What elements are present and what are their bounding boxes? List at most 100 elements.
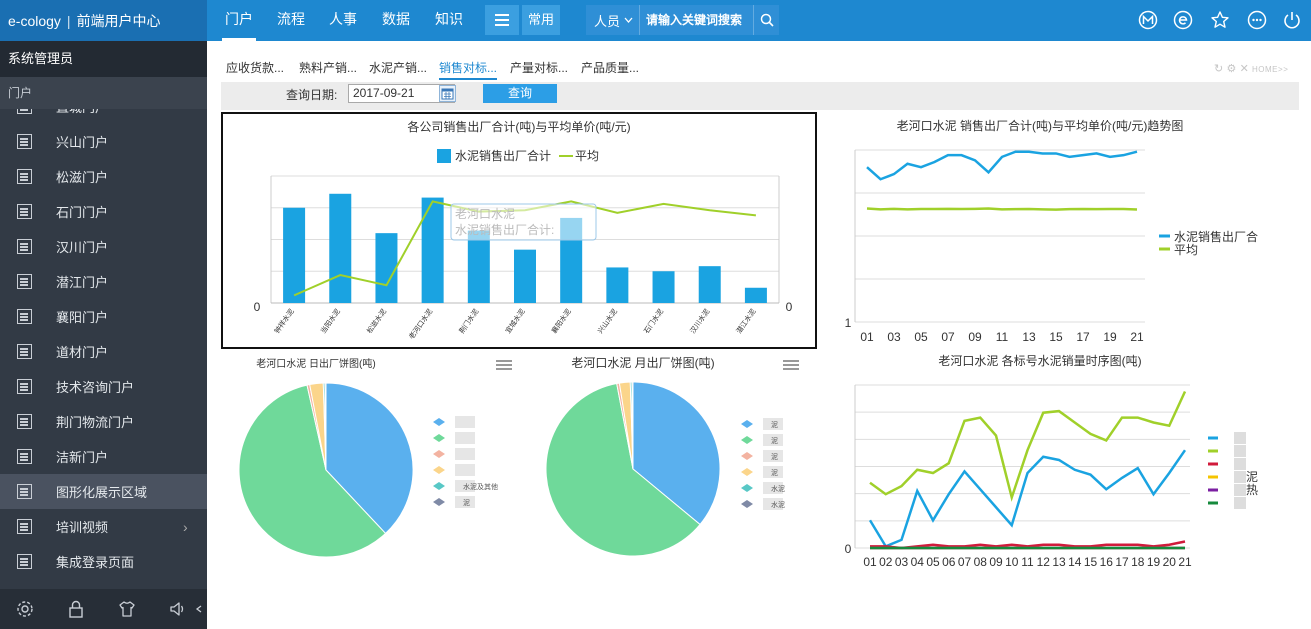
x-tick-label: 钟祥水泥 xyxy=(272,307,295,335)
calendar-icon[interactable] xyxy=(439,85,456,102)
legend-blurred-label xyxy=(455,448,475,460)
daily-pie-chart: 老河口水泥 日出厂饼图(吨) 水泥及其他泥 xyxy=(221,352,521,567)
home-link[interactable]: ↻ ⚙ ✕ HOME>> xyxy=(1214,62,1288,75)
legend-label: 水泥及其他 xyxy=(463,482,498,491)
nav-item-portal[interactable]: 门户 xyxy=(222,0,256,41)
sidebar-item[interactable]: 道材门户 xyxy=(0,334,207,369)
sidebar-item[interactable]: 石门门户 xyxy=(0,194,207,229)
sidebar-item[interactable]: 图形化展示区域 xyxy=(0,474,207,509)
portal-icon xyxy=(17,134,32,149)
x-tick-label: 03 xyxy=(887,330,901,344)
sidebar-item[interactable]: 襄阳门户 xyxy=(0,299,207,334)
sidebar-item-label: 兴山门户 xyxy=(56,135,109,150)
sidebar-item-label: 图形化展示区域 xyxy=(56,485,148,500)
sidebar-item[interactable]: 洁新门户 xyxy=(0,439,207,474)
tab[interactable]: 销售对标... xyxy=(439,59,498,80)
bar xyxy=(698,266,721,303)
portal-icon xyxy=(17,109,32,114)
product-name: 前端用户中心 xyxy=(76,12,161,29)
chart-title: 各公司销售出厂合计(吨)与平均单价(吨/元) xyxy=(407,119,630,134)
legend-label: 水泥销售出厂合计 xyxy=(455,148,551,163)
tab[interactable]: 熟料产销... xyxy=(299,59,357,76)
chart-svg: 老河口水泥 月出厂饼图(吨)泥泥泥泥水泥水泥 xyxy=(545,356,799,557)
sidebar-item-label: 潜江门户 xyxy=(56,275,109,290)
shirt-icon[interactable] xyxy=(118,600,136,618)
x-tick-label: 11 xyxy=(996,330,1009,344)
bar xyxy=(652,271,675,303)
legend-label: 平均 xyxy=(1174,243,1198,257)
collapse-arrow-icon[interactable] xyxy=(195,600,203,618)
legend-swatch-bar xyxy=(437,149,451,163)
nav-item-data[interactable]: 数据 xyxy=(379,0,413,41)
nav-item-hr[interactable]: 人事 xyxy=(326,0,360,41)
e-icon[interactable] xyxy=(1173,10,1193,30)
menu-icon[interactable] xyxy=(783,360,799,370)
y-tick-label: 1 xyxy=(845,316,852,330)
x-tick-label: 当阳水泥 xyxy=(318,307,341,335)
speaker-icon[interactable] xyxy=(169,600,187,618)
x-tick-label: 老河口水泥 xyxy=(407,307,434,341)
star-icon[interactable] xyxy=(1210,10,1230,30)
menu-button[interactable] xyxy=(485,5,519,35)
legend-swatch xyxy=(741,436,753,444)
sidebar-user-name[interactable]: 系统管理员 xyxy=(0,41,207,77)
more-icon[interactable] xyxy=(1247,10,1267,30)
m-icon[interactable] xyxy=(1138,10,1158,30)
tab[interactable]: 水泥产销... xyxy=(369,59,427,76)
sidebar-item[interactable]: 培训视频 › xyxy=(0,509,207,544)
menu-icon[interactable] xyxy=(496,360,512,370)
sidebar-list: 直城门户兴山门户松滋门户石门门户汉川门户潜江门户襄阳门户道材门户技术咨询门户荆门… xyxy=(0,109,207,589)
legend-label: 水泥 xyxy=(771,500,785,509)
sidebar-item-label: 荆门物流门户 xyxy=(56,415,135,430)
gear-icon[interactable] xyxy=(16,600,34,618)
sidebar-item[interactable]: 技术咨询门户 xyxy=(0,369,207,404)
app-logo[interactable]: e-cology | 前端用户中心 xyxy=(0,0,207,41)
sidebar-item[interactable]: 兴山门户 xyxy=(0,124,207,159)
chart-title: 老河口水泥 各标号水泥销量时序图(吨) xyxy=(938,353,1141,368)
sidebar-item[interactable]: 集成登录页面 xyxy=(0,544,207,579)
portal-icon xyxy=(17,379,32,394)
sidebar-item-label: 洁新门户 xyxy=(56,450,109,465)
portal-icon xyxy=(17,344,32,359)
legend-swatch xyxy=(741,484,753,492)
x-tick-label: 21 xyxy=(1130,330,1144,344)
portal-icon xyxy=(17,554,32,569)
search-scope-dropdown[interactable]: 人员 xyxy=(586,5,641,35)
portal-icon xyxy=(17,414,32,429)
menu-icon-bar xyxy=(783,368,799,370)
nav-item-knowledge[interactable]: 知识 xyxy=(432,0,466,41)
tab[interactable]: 产品质量... xyxy=(581,59,639,76)
sidebar-item[interactable]: 汉川门户 xyxy=(0,229,207,264)
chart-title: 老河口水泥 日出厂饼图(吨) xyxy=(256,357,375,370)
gear-icon[interactable]: ⚙ xyxy=(1226,63,1236,75)
sidebar-item[interactable]: 荆门物流门户 xyxy=(0,404,207,439)
sidebar-item[interactable]: 直城门户 xyxy=(0,109,207,124)
x-tick-label: 16 xyxy=(1100,555,1114,569)
close-icon[interactable]: ✕ xyxy=(1240,63,1250,75)
legend-label: 热 xyxy=(1246,483,1258,497)
grade-timeseries-chart: 老河口水泥 各标号水泥销量时序图(吨) 0 01 02 03 04 05 06 07 08 09 10… xyxy=(820,350,1305,575)
legend-swatch xyxy=(433,482,445,490)
legend-label: 水泥 xyxy=(771,484,785,493)
lock-icon[interactable] xyxy=(67,600,85,618)
power-icon[interactable] xyxy=(1282,10,1302,30)
sidebar-item[interactable]: 松滋门户 xyxy=(0,159,207,194)
x-tick-label: 10 xyxy=(1005,555,1019,569)
tab[interactable]: 产量对标... xyxy=(510,59,568,76)
sidebar-item-label: 松滋门户 xyxy=(56,170,109,185)
search-button[interactable] xyxy=(753,5,779,35)
x-tick-label: 13 xyxy=(1052,555,1066,569)
chart-svg: 老河口水泥 销售出厂合计(吨)与平均单价(吨/元)趋势图 1 01 03 05 07 09 1… xyxy=(845,118,1258,344)
sidebar-item[interactable]: 潜江门户 xyxy=(0,264,207,299)
series-line xyxy=(866,207,1138,211)
refresh-icon[interactable]: ↻ xyxy=(1214,63,1224,75)
common-button[interactable]: 常用 xyxy=(522,5,560,35)
legend-label: 泥 xyxy=(1246,470,1258,484)
tab[interactable]: 应收货款... xyxy=(226,59,284,76)
legend-label: 水泥销售出厂合 xyxy=(1174,229,1258,244)
search-input[interactable] xyxy=(640,12,753,28)
portal-icon xyxy=(17,274,32,289)
company-sales-chart: 各公司销售出厂合计(吨)与平均单价(吨/元) 水泥销售出厂合计 平均 0 0 钟祥水泥 当阳… xyxy=(221,112,817,349)
nav-item-workflow[interactable]: 流程 xyxy=(274,0,308,41)
query-button[interactable]: 查询 xyxy=(483,84,557,103)
